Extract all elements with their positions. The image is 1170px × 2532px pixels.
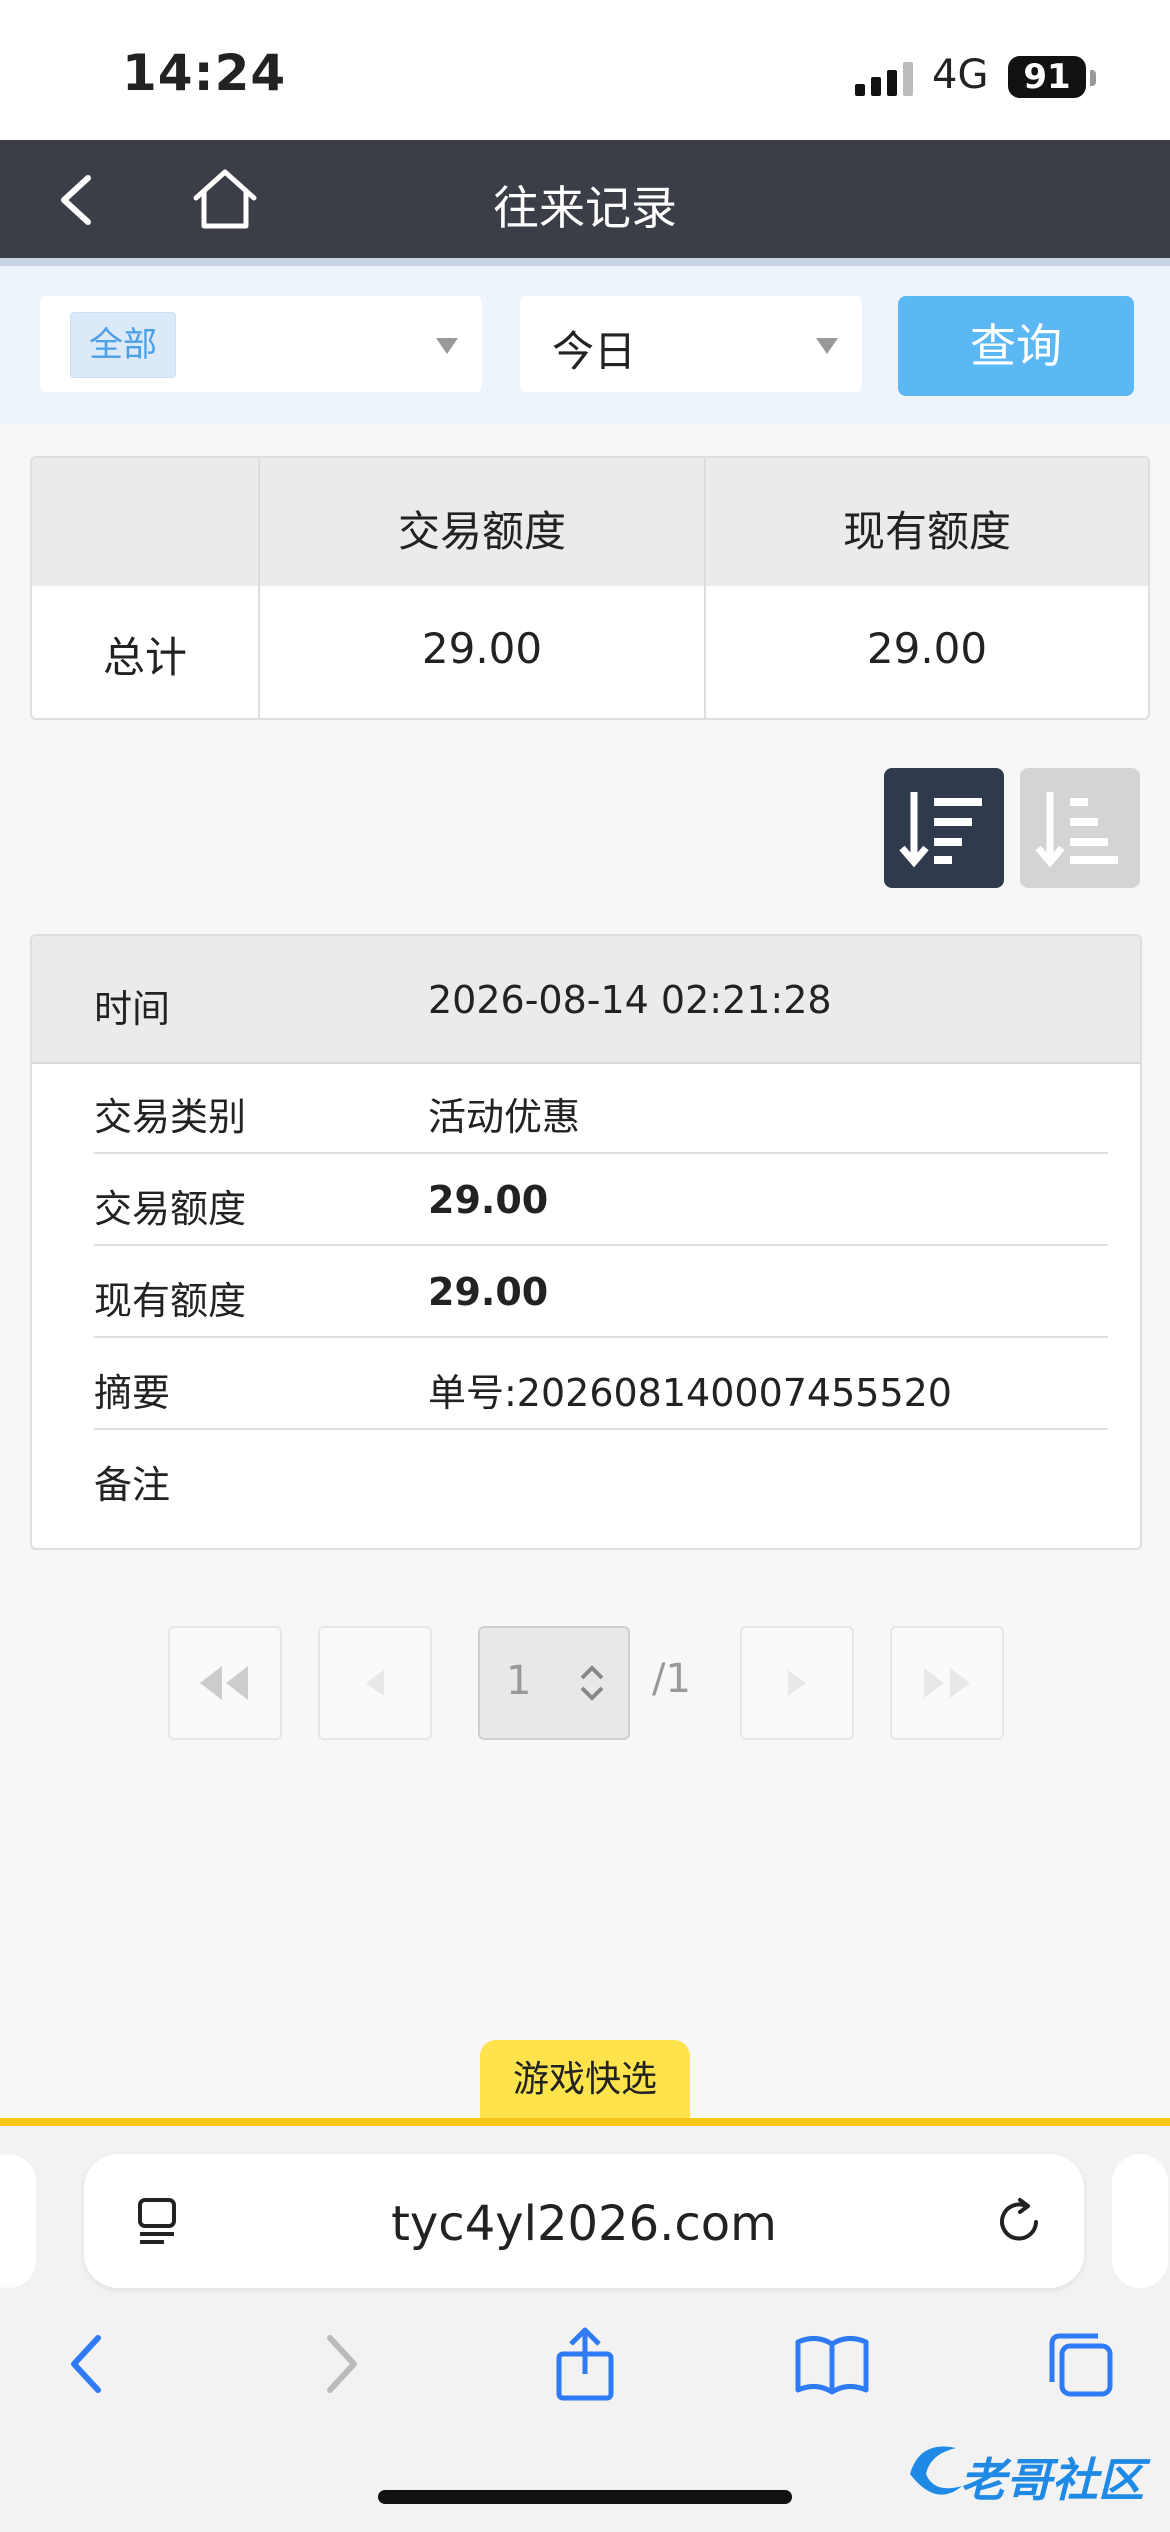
record-type-label: 交易类别: [94, 1095, 247, 1139]
record-card: 时间 2026-08-14 02:21:28 交易类别 活动优惠 交易额度 29…: [30, 934, 1142, 1550]
prev-tab-card[interactable]: [0, 2154, 36, 2288]
signal-icon: [855, 62, 913, 96]
row-divider: [94, 1428, 1108, 1430]
game-quick-select-tab[interactable]: 游戏快选: [480, 2040, 690, 2120]
status-time: 14:24: [122, 44, 287, 102]
record-trade-amount-label: 交易额度: [94, 1187, 247, 1231]
page-title: 往来记录: [493, 181, 677, 235]
status-bar: 14:24 4G 91: [0, 0, 1170, 140]
page-number-value: 1: [506, 1658, 532, 1704]
sort-ascending-button[interactable]: [1020, 768, 1140, 888]
nav-bar: 往来记录: [0, 140, 1170, 258]
record-summary-label: 摘要: [94, 1371, 171, 1415]
date-select-value: 今日: [552, 327, 637, 376]
browser-back-icon[interactable]: [48, 2324, 128, 2404]
record-current-amount-label: 现有额度: [94, 1279, 247, 1323]
page-total: /1: [652, 1656, 691, 1702]
page-number-input[interactable]: 1: [478, 1626, 630, 1740]
stepper-icon[interactable]: [572, 1658, 612, 1708]
prev-page-button[interactable]: [318, 1626, 432, 1740]
type-select[interactable]: 全部: [40, 296, 482, 392]
record-time-value: 2026-08-14 02:21:28: [428, 978, 832, 1022]
browser-toolbar: tyc4yl2026.com 老哥社区: [0, 2126, 1170, 2532]
first-page-button[interactable]: [168, 1626, 282, 1740]
row-divider: [94, 1244, 1108, 1246]
battery-icon: 91: [1008, 56, 1086, 98]
sort-descending-icon: [899, 792, 982, 868]
network-type: 4G: [932, 52, 989, 98]
bookmarks-icon[interactable]: [792, 2324, 872, 2404]
header-current-amount: 现有额度: [842, 507, 1011, 556]
chevron-down-icon: [816, 338, 838, 354]
query-button[interactable]: 查询: [898, 296, 1134, 396]
record-trade-amount-value: 29.00: [428, 1178, 549, 1222]
url-text: tyc4yl2026.com: [391, 2196, 777, 2252]
battery-tip: [1090, 70, 1096, 86]
next-page-button[interactable]: [740, 1626, 854, 1740]
nav-divider: [0, 258, 1170, 266]
home-indicator: [378, 2490, 792, 2504]
chevron-down-icon: [436, 338, 458, 354]
watermark-text: 老哥社区: [960, 2453, 1144, 2507]
record-current-amount-value: 29.00: [428, 1270, 549, 1314]
first-page-icon: [200, 1666, 248, 1700]
address-bar[interactable]: tyc4yl2026.com: [84, 2154, 1084, 2288]
row-divider: [94, 1152, 1108, 1154]
record-note-label: 备注: [94, 1463, 171, 1507]
date-select[interactable]: 今日: [520, 296, 862, 392]
filter-bar: 全部 今日 查询: [0, 266, 1170, 424]
sort-ascending-icon: [1035, 792, 1118, 868]
share-icon[interactable]: [545, 2324, 625, 2404]
record-summary-value: 单号:202608140007455520: [428, 1371, 952, 1415]
summary-current-amount: 29.00: [866, 624, 988, 673]
table-divider: [258, 458, 260, 718]
last-page-icon: [924, 1668, 970, 1698]
row-divider: [94, 1336, 1108, 1338]
prev-page-icon: [366, 1670, 384, 1696]
sort-descending-button[interactable]: [884, 768, 1004, 888]
next-tab-card[interactable]: [1112, 2154, 1168, 2288]
type-tag: 全部: [70, 312, 176, 378]
summary-table: 交易额度 现有额度 总计 29.00 29.00: [30, 456, 1150, 720]
record-type-value: 活动优惠: [428, 1095, 581, 1139]
reload-icon[interactable]: [992, 2194, 1046, 2248]
summary-trade-amount: 29.00: [421, 624, 543, 673]
browser-forward-icon[interactable]: [300, 2324, 380, 2404]
watermark-logo: 老哥社区: [900, 2426, 1160, 2516]
record-time-label: 时间: [94, 987, 171, 1031]
header-trade-amount: 交易额度: [397, 507, 566, 556]
tabs-icon[interactable]: [1040, 2324, 1120, 2404]
summary-row-label: 总计: [102, 633, 187, 682]
next-page-icon: [788, 1670, 806, 1696]
last-page-button[interactable]: [890, 1626, 1004, 1740]
yellow-divider: [0, 2118, 1170, 2126]
table-divider: [704, 458, 706, 718]
